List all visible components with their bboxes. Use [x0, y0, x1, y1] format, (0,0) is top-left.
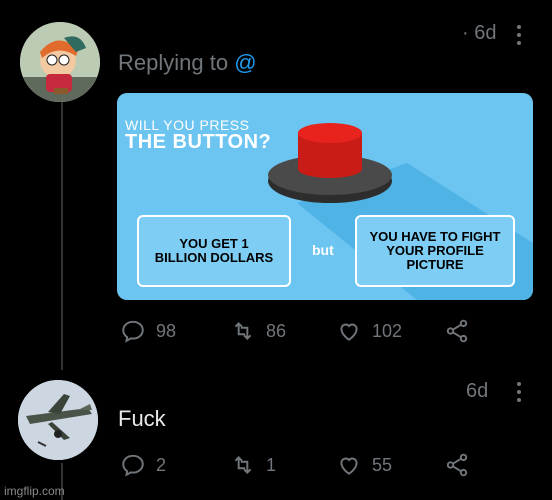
like-icon	[340, 323, 358, 341]
retweet-icon	[234, 322, 252, 340]
share-button[interactable]	[444, 318, 470, 344]
meme-option-left: YOU GET 1 BILLION DOLLARS	[137, 215, 291, 287]
meme-option-right: YOU HAVE TO FIGHT YOUR PROFILE PICTURE	[355, 215, 515, 287]
retweet-button[interactable]: 86	[230, 318, 286, 344]
more-options-icon[interactable]	[517, 382, 521, 406]
share-icon	[446, 453, 468, 477]
share-button[interactable]	[444, 452, 470, 478]
replying-label: Replying to	[118, 50, 229, 75]
avatar[interactable]	[18, 380, 98, 460]
like-count: 102	[372, 320, 403, 341]
reply-button[interactable]: 98	[120, 318, 176, 344]
share-icon	[446, 319, 468, 343]
more-options-icon[interactable]	[517, 25, 521, 49]
replying-handle[interactable]: @	[234, 50, 256, 75]
reply-count: 98	[156, 320, 177, 341]
tweet-text: Fuck	[118, 406, 166, 431]
retweet-count: 86	[266, 320, 287, 341]
watermark: imgflip.com	[4, 484, 65, 498]
meme-but: but	[312, 242, 334, 258]
like-icon	[340, 457, 358, 475]
retweet-button[interactable]: 1	[230, 452, 276, 478]
retweet-count: 1	[266, 454, 277, 475]
tweet-time[interactable]: 6d	[466, 380, 488, 403]
meme-image[interactable]: WILL YOU PRESS THE BUTTON? YOU GET 1 BIL…	[117, 93, 533, 300]
tweet-time[interactable]: · 6d	[462, 22, 496, 45]
author-name-redacted[interactable]	[118, 20, 418, 42]
reply-count: 2	[156, 454, 167, 475]
avatar[interactable]	[20, 22, 100, 102]
thread-line	[61, 100, 63, 370]
replying-to: Replying to @	[118, 50, 257, 76]
meme-question-line2: THE BUTTON?	[125, 131, 272, 153]
reply-icon	[122, 454, 144, 477]
retweet-icon	[234, 456, 252, 474]
like-button[interactable]: 55	[336, 452, 392, 478]
like-count: 55	[372, 454, 393, 475]
reply-button[interactable]: 2	[120, 452, 166, 478]
author-name-redacted[interactable]	[118, 378, 458, 400]
reply-icon	[122, 320, 144, 343]
like-button[interactable]: 102	[336, 318, 402, 344]
